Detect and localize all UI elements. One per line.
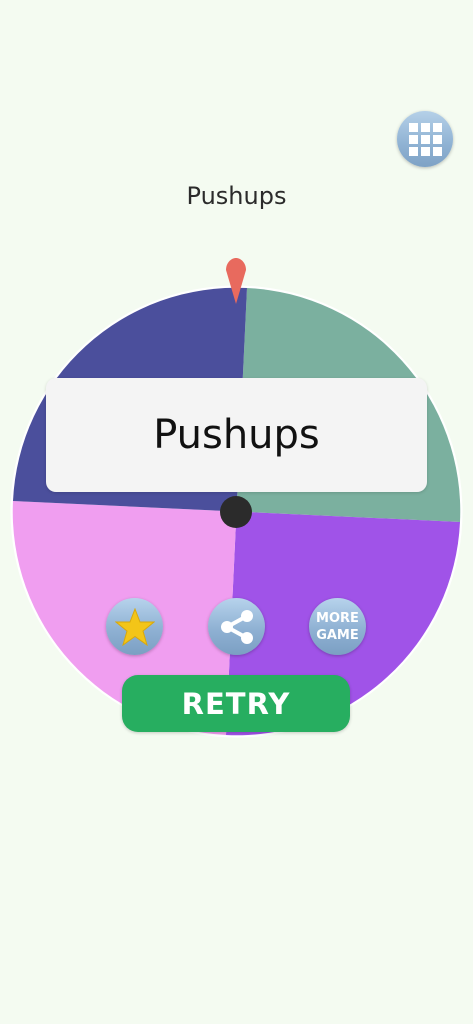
result-card: Pushups [46, 378, 427, 492]
grid-icon [408, 122, 442, 156]
more-games-label: MORE GAME [316, 610, 359, 643]
wheel-hub [220, 496, 252, 528]
wheel-pointer [226, 258, 246, 304]
menu-button[interactable] [397, 111, 453, 167]
share-button[interactable] [208, 598, 265, 655]
star-icon [114, 607, 155, 646]
rate-button[interactable] [106, 598, 163, 655]
share-icon [220, 609, 253, 644]
more-games-button[interactable]: MORE GAME [309, 598, 366, 655]
result-text: Pushups [153, 412, 320, 458]
spin-title: Pushups [186, 182, 287, 210]
retry-button[interactable]: RETRY [122, 675, 350, 732]
